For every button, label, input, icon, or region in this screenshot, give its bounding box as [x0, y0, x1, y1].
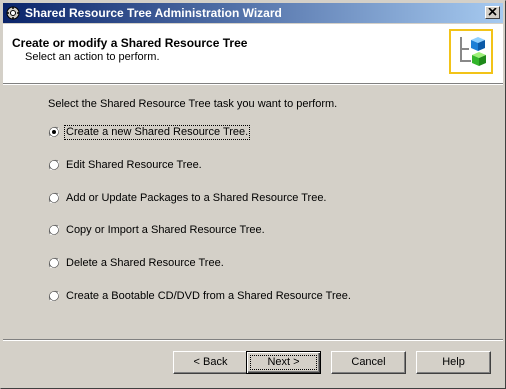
- wizard-header: Create or modify a Shared Resource Tree …: [3, 24, 503, 83]
- page-title: Create or modify a Shared Resource Tree: [12, 36, 248, 50]
- help-button-label: Help: [442, 356, 465, 368]
- task-option-label: Create a Bootable CD/DVD from a Shared R…: [66, 290, 351, 302]
- window-title: Shared Resource Tree Administration Wiza…: [25, 6, 282, 20]
- title-bar[interactable]: Shared Resource Tree Administration Wiza…: [3, 3, 503, 23]
- radio-button[interactable]: [48, 159, 60, 171]
- task-option-label: Copy or Import a Shared Resource Tree.: [66, 224, 265, 236]
- task-option-label: Add or Update Packages to a Shared Resou…: [66, 192, 327, 204]
- header-divider: [3, 83, 503, 85]
- wizard-window: Shared Resource Tree Administration Wiza…: [0, 0, 506, 389]
- cancel-button[interactable]: Cancel: [331, 351, 406, 374]
- help-button[interactable]: Help: [416, 351, 491, 374]
- radio-button[interactable]: [48, 290, 60, 302]
- radio-button[interactable]: [48, 224, 60, 236]
- footer-divider: [3, 339, 503, 341]
- close-button[interactable]: [485, 6, 500, 19]
- instruction-text: Select the Shared Resource Tree task you…: [48, 98, 338, 110]
- resource-tree-cubes-icon: [449, 29, 493, 74]
- radio-button[interactable]: [48, 257, 60, 269]
- back-button[interactable]: < Back: [173, 351, 248, 374]
- cancel-button-label: Cancel: [351, 356, 386, 368]
- close-icon: [488, 7, 497, 16]
- wizard-app-icon: [6, 6, 20, 20]
- page-subtitle: Select an action to perform.: [25, 51, 160, 63]
- radio-button[interactable]: [48, 192, 60, 204]
- next-button[interactable]: Next >: [246, 351, 321, 374]
- task-option-label: Create a new Shared Resource Tree.: [63, 125, 251, 140]
- task-option-label: Delete a Shared Resource Tree.: [66, 257, 224, 269]
- next-button-label: Next >: [267, 356, 300, 368]
- radio-button[interactable]: [48, 126, 60, 138]
- task-option-label: Edit Shared Resource Tree.: [66, 159, 202, 171]
- back-button-label: < Back: [193, 356, 228, 368]
